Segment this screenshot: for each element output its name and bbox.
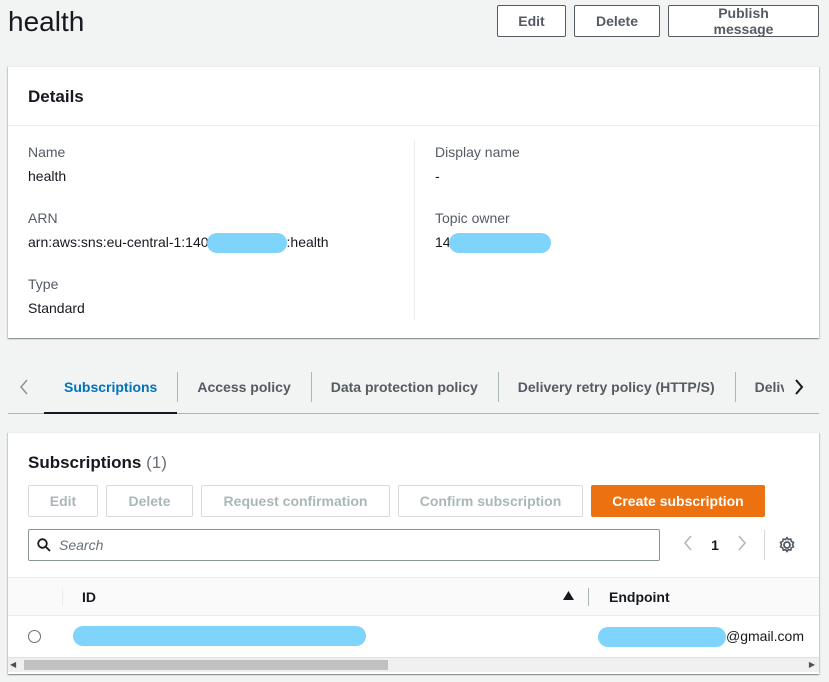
display-name-value: -: [435, 168, 440, 184]
tab-list: Subscriptions Access policy Data protect…: [44, 360, 784, 414]
header-actions: Edit Delete Publish message: [497, 5, 819, 37]
search-box: [28, 529, 660, 561]
type-value: Standard: [28, 300, 85, 316]
page-title: health: [8, 6, 85, 37]
subscription-id[interactable]: [73, 626, 366, 646]
request-confirmation-button[interactable]: Request confirmation: [201, 485, 390, 517]
topic-owner-value: 14: [435, 228, 795, 256]
tabs-scroll-right[interactable]: [787, 372, 811, 402]
subscription-delete-button[interactable]: Delete: [106, 485, 193, 517]
topic-owner-field: Topic owner 14: [435, 208, 795, 256]
horizontal-scrollbar[interactable]: ◀ ▶: [8, 657, 819, 672]
topic-tabs: Subscriptions Access policy Data protect…: [8, 360, 819, 414]
subscriptions-title: Subscriptions: [28, 453, 142, 472]
current-page[interactable]: 1: [708, 537, 722, 553]
type-label: Type: [28, 276, 59, 292]
redacted-subscription-id: [73, 626, 366, 646]
previous-page-button[interactable]: [680, 535, 696, 556]
chevron-left-icon: [684, 535, 692, 550]
subscriptions-actions: Edit Delete Request confirmation Confirm…: [28, 485, 765, 517]
chevron-right-icon: [795, 379, 804, 395]
scroll-right-arrow[interactable]: ▶: [809, 660, 815, 669]
subscription-endpoint: @gmail.com: [598, 626, 805, 648]
type-field: Type Standard: [28, 274, 408, 322]
details-right-column: Display name - Topic owner 14: [435, 142, 795, 274]
confirm-subscription-button[interactable]: Confirm subscription: [398, 485, 583, 517]
endpoint-suffix: @gmail.com: [726, 628, 805, 644]
column-endpoint[interactable]: Endpoint: [609, 578, 670, 616]
subscriptions-panel: Subscriptions (1) Edit Delete Request co…: [8, 432, 819, 674]
row-radio[interactable]: [28, 630, 41, 643]
topic-owner-label: Topic owner: [435, 210, 510, 226]
display-name-label: Display name: [435, 144, 520, 160]
gear-icon: [779, 536, 795, 553]
arn-field: ARN arn:aws:sns:eu-central-1:140 :health: [28, 208, 408, 256]
tab-subscriptions[interactable]: Subscriptions: [44, 360, 178, 414]
redacted-owner-id: [448, 233, 551, 254]
sort-ascending-icon[interactable]: [563, 578, 574, 616]
subscriptions-heading: Subscriptions (1): [28, 453, 167, 473]
arn-suffix: :health: [286, 234, 329, 250]
name-field: Name health: [28, 142, 408, 190]
search-icon: [29, 530, 59, 560]
details-heading: Details: [8, 67, 819, 126]
tab-access-policy[interactable]: Access policy: [177, 360, 310, 414]
search-input[interactable]: [59, 537, 639, 553]
arn-value: arn:aws:sns:eu-central-1:140 :health: [28, 228, 408, 256]
column-id[interactable]: ID: [82, 578, 96, 616]
subscriptions-count: (1): [146, 453, 167, 472]
table-header: ID Endpoint: [8, 577, 819, 616]
tab-data-protection-policy[interactable]: Data protection policy: [310, 360, 498, 414]
pagination: 1: [680, 529, 797, 561]
table-row: @gmail.com: [8, 616, 819, 656]
arn-prefix: arn:aws:sns:eu-central-1:140: [28, 234, 209, 250]
scroll-left-arrow[interactable]: ◀: [10, 660, 16, 669]
preferences-button[interactable]: [777, 535, 797, 555]
pager-divider: [764, 530, 765, 560]
tab-delivery-retry-policy[interactable]: Delivery retry policy (HTTP/S): [497, 360, 735, 414]
redacted-account-id: [206, 233, 287, 254]
delete-button[interactable]: Delete: [574, 5, 660, 37]
details-panel: Details Name health ARN arn:aws:sns:eu-c…: [8, 66, 819, 338]
tabs-scroll-left[interactable]: [12, 372, 36, 402]
chevron-left-icon: [20, 379, 28, 395]
edit-button[interactable]: Edit: [497, 5, 566, 37]
display-name-field: Display name -: [435, 142, 795, 190]
tab-delivery-status-logging[interactable]: Deliv: [734, 360, 784, 414]
name-value: health: [28, 168, 67, 184]
chevron-right-icon: [738, 535, 746, 550]
details-left-column: Name health ARN arn:aws:sns:eu-central-1…: [28, 142, 408, 340]
name-label: Name: [28, 144, 66, 160]
subscription-edit-button[interactable]: Edit: [28, 485, 98, 517]
create-subscription-button[interactable]: Create subscription: [591, 485, 765, 517]
redacted-email: [598, 627, 726, 648]
header-divider: [588, 588, 589, 606]
arn-label: ARN: [28, 210, 58, 226]
details-divider: [414, 140, 415, 320]
details-body: Name health ARN arn:aws:sns:eu-central-1…: [8, 126, 819, 338]
header-divider: [62, 588, 63, 606]
next-page-button[interactable]: [734, 535, 750, 556]
publish-message-button[interactable]: Publish message: [668, 5, 819, 37]
scrollbar-thumb[interactable]: [24, 660, 388, 670]
